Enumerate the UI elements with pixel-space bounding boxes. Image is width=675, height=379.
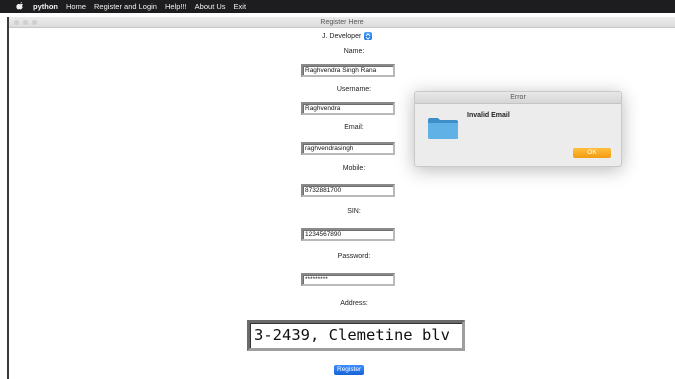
menu-app-name[interactable]: python	[33, 0, 58, 13]
menu-help[interactable]: Help!!!	[165, 0, 187, 13]
password-field[interactable]: *********	[301, 273, 395, 286]
dialog-message: Invalid Email	[467, 112, 510, 119]
error-dialog: Error Invalid Email OK	[414, 91, 622, 167]
address-field[interactable]: 3-2439, Clemetine blv	[247, 320, 465, 351]
register-form: J. Developer Name: Raghvendra Singh Rana…	[9, 17, 675, 379]
sin-label: SIN:	[347, 208, 361, 215]
menu-exit[interactable]: Exit	[234, 0, 247, 13]
register-button[interactable]: Register	[334, 365, 365, 375]
folder-icon	[427, 116, 459, 145]
address-label: Address:	[340, 300, 368, 307]
menu-register-and-login[interactable]: Register and Login	[94, 0, 157, 13]
apple-icon[interactable]	[16, 2, 24, 11]
mobile-field[interactable]: 8732881700	[301, 184, 395, 197]
menu-about-us[interactable]: About Us	[195, 0, 226, 13]
dialog-title: Error	[415, 92, 621, 104]
menubar: python Home Register and Login Help!!! A…	[0, 0, 675, 13]
name-label: Name:	[343, 48, 365, 55]
user-menu[interactable]: J. Developer	[322, 32, 373, 40]
name-field[interactable]: Raghvendra Singh Rana	[301, 64, 395, 77]
chevron-updown-icon[interactable]	[364, 32, 373, 40]
menu-home[interactable]: Home	[66, 0, 86, 13]
sin-field[interactable]: 1234567890	[301, 228, 395, 241]
password-label: Password:	[337, 253, 371, 260]
register-window: Register Here J. Developer Name: Raghven…	[7, 17, 675, 379]
email-field[interactable]: raghvendrasingh	[301, 142, 395, 155]
ok-button[interactable]: OK	[573, 148, 611, 158]
username-field[interactable]: Raghvendra	[301, 102, 395, 115]
user-menu-selected: J. Developer	[322, 32, 362, 40]
